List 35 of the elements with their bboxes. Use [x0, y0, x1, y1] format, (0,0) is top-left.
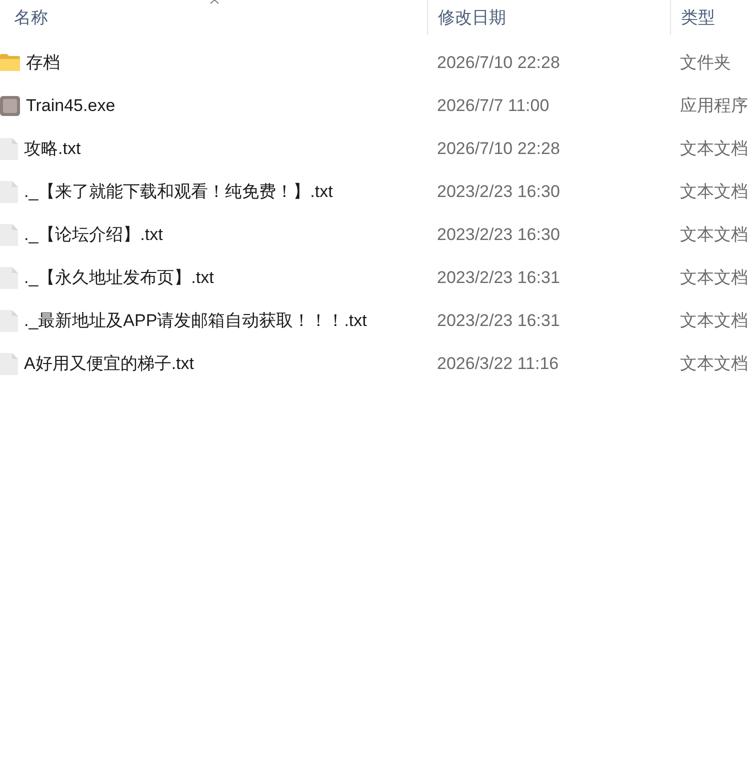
text-file-icon [0, 266, 18, 288]
folder-icon [0, 54, 20, 71]
column-header[interactable]: 名称 [14, 4, 48, 30]
modified-date: 2026/3/22 11:16 [437, 352, 559, 375]
file-name[interactable]: ._最新地址及APP请发邮箱自动获取！！！.txt [24, 308, 367, 334]
text-file-icon [0, 310, 18, 332]
app-tile-icon [0, 96, 20, 116]
file-type: 文本文档 [680, 352, 748, 375]
column-header[interactable]: 修改日期 [438, 4, 506, 30]
modified-date: 2023/2/23 16:31 [437, 310, 560, 332]
file-name[interactable]: 存档 [26, 50, 60, 76]
file-type: 文本文档 [680, 310, 748, 332]
text-file-icon [0, 224, 18, 246]
file-type: 文本文档 [680, 224, 748, 246]
text-file-icon [0, 138, 18, 160]
file-type: 文本文档 [680, 180, 748, 203]
file-type: 文本文档 [680, 266, 748, 289]
text-file-icon [0, 180, 18, 202]
file-type: 应用程序 [680, 94, 748, 117]
file-name[interactable]: A好用又便宜的梯子.txt [24, 350, 194, 376]
modified-date: 2026/7/10 22:28 [437, 138, 560, 160]
file-name[interactable]: ._【永久地址发布页】.txt [24, 264, 214, 290]
file-name[interactable]: Train45.exe [26, 92, 116, 118]
modified-date: 2026/7/10 22:28 [437, 52, 560, 74]
file-name[interactable]: ._【来了就能下载和观看！纯免费！】.txt [24, 178, 333, 204]
modified-date: 2023/2/23 16:30 [437, 180, 560, 203]
modified-date: 2023/2/23 16:30 [437, 224, 560, 246]
file-type: 文本文档 [680, 138, 748, 160]
modified-date: 2023/2/23 16:31 [437, 266, 560, 289]
file-name[interactable]: ._【论坛介绍】.txt [24, 222, 163, 248]
text-file-icon [0, 352, 18, 374]
file-type: 文件夹 [680, 52, 731, 74]
modified-date: 2026/7/7 11:00 [437, 94, 550, 117]
column-header[interactable]: 类型 [681, 4, 715, 30]
file-name[interactable]: 攻略.txt [24, 136, 81, 162]
